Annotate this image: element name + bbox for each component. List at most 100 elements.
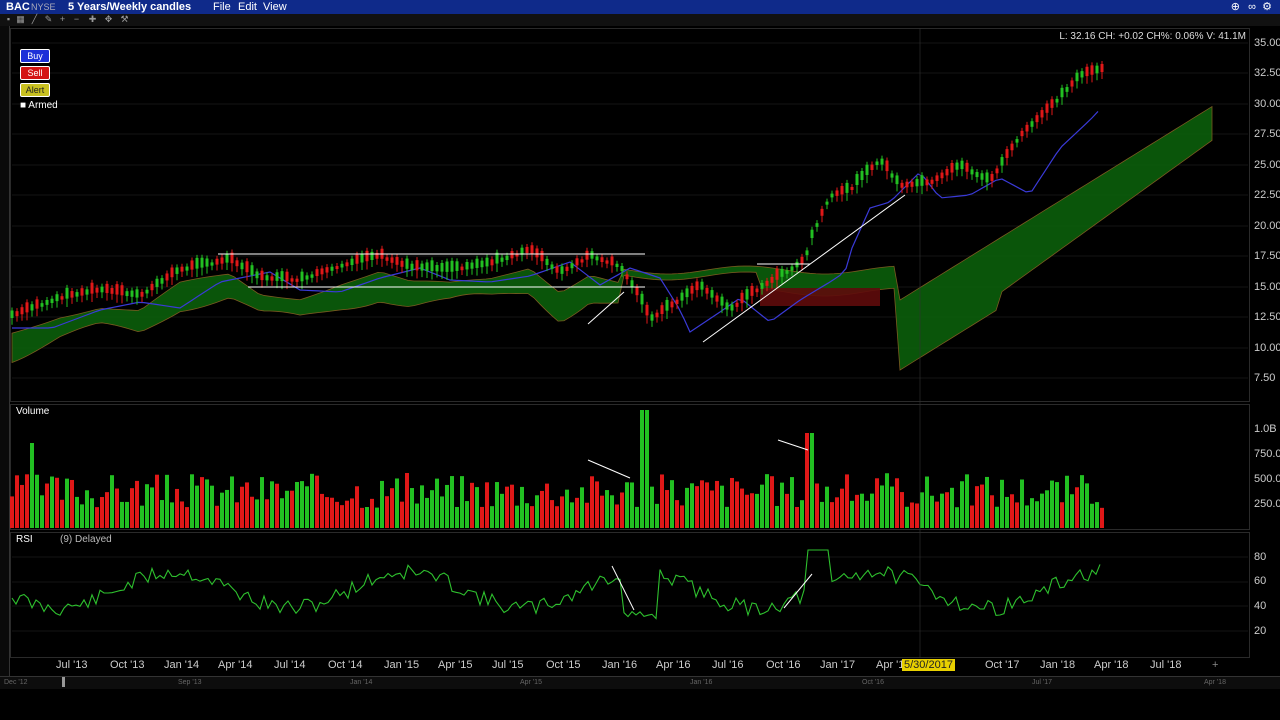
- price-candle: [40, 303, 44, 307]
- price-candle: [735, 302, 739, 307]
- volume-bar: [1060, 502, 1064, 528]
- volume-bar: [85, 490, 89, 528]
- time-tick: Apr '16: [656, 659, 691, 671]
- volume-bar: [670, 480, 674, 528]
- price-candle: [55, 294, 59, 302]
- buy-button[interactable]: Buy: [20, 49, 50, 63]
- price-candle: [755, 288, 759, 293]
- volume-bar: [975, 486, 979, 528]
- price-candle: [265, 275, 269, 281]
- sell-button[interactable]: Sell: [20, 66, 50, 80]
- volume-bar: [770, 476, 774, 528]
- volume-bar: [990, 495, 994, 528]
- volume-bar: [360, 507, 364, 528]
- volume-bar: [390, 488, 394, 528]
- price-candle: [695, 281, 699, 291]
- volume-bar: [60, 499, 64, 528]
- price-candle: [250, 265, 254, 276]
- volume-bar: [1080, 475, 1084, 528]
- armed-status[interactable]: ■ Armed: [20, 100, 58, 111]
- rsi-title: RSI: [16, 534, 33, 545]
- price-tick: 12.50: [1254, 311, 1280, 323]
- price-candle: [160, 278, 164, 284]
- time-tick: Oct '14: [328, 659, 363, 671]
- price-candle: [825, 201, 829, 205]
- volume-bar: [400, 501, 404, 528]
- price-candle: [1005, 149, 1009, 158]
- price-candle: [180, 266, 184, 272]
- volume-bar: [855, 494, 859, 528]
- volume-bar: [545, 483, 549, 528]
- volume-bar: [650, 486, 654, 528]
- volume-bar: [95, 507, 99, 528]
- navigator-handle[interactable]: [62, 677, 65, 687]
- price-candle: [995, 168, 999, 174]
- volume-bar: [335, 501, 339, 528]
- price-candle: [890, 173, 894, 178]
- volume-bar: [785, 493, 789, 528]
- price-candle: [860, 170, 864, 180]
- price-candle: [300, 271, 304, 282]
- price-candle: [325, 267, 329, 273]
- alert-button[interactable]: Alert: [20, 83, 50, 97]
- time-tick: Jan '14: [164, 659, 200, 671]
- price-tick: 25.00: [1254, 159, 1280, 171]
- volume-bar: [495, 482, 499, 528]
- rsi-tick: 80: [1254, 551, 1267, 563]
- volume-bar: [665, 490, 669, 528]
- volume-bar: [25, 474, 29, 528]
- volume-bar: [720, 485, 724, 528]
- volume-bar: [155, 474, 159, 528]
- price-candle: [540, 250, 544, 262]
- navigator-tick: Apr '15: [520, 679, 542, 686]
- volume-bar: [1065, 475, 1069, 528]
- navigator-tick: Apr '18: [1204, 679, 1226, 686]
- volume-bar: [1005, 496, 1009, 528]
- price-candle: [415, 260, 419, 271]
- volume-bar: [1025, 505, 1029, 528]
- price-candle: [630, 280, 634, 288]
- volume-bar: [735, 481, 739, 528]
- volume-bar: [350, 498, 354, 528]
- price-candle: [920, 175, 924, 186]
- price-candle: [475, 258, 479, 268]
- price-candle: [290, 278, 294, 282]
- price-candle: [615, 263, 619, 267]
- price-candle: [450, 260, 454, 272]
- navigator-tick: Jan '16: [690, 679, 713, 686]
- price-candle: [1100, 63, 1104, 72]
- volume-bar: [535, 495, 539, 528]
- chart-end-marker: +: [1212, 659, 1219, 671]
- volume-bar: [330, 497, 334, 528]
- volume-bar: [1075, 487, 1079, 528]
- volume-bar: [55, 477, 59, 528]
- volume-bar: [925, 476, 929, 528]
- rsi-params[interactable]: (9) Delayed: [60, 534, 112, 545]
- price-candle: [775, 268, 779, 280]
- volume-bar: [610, 495, 614, 528]
- price-candle: [135, 289, 139, 298]
- price-candle: [795, 261, 799, 268]
- price-candle: [605, 260, 609, 264]
- price-candle: [550, 264, 554, 269]
- price-candle: [1095, 65, 1099, 74]
- volume-bar: [550, 500, 554, 528]
- price-candle: [655, 312, 659, 318]
- price-candle: [930, 179, 934, 184]
- price-candle: [510, 251, 514, 259]
- volume-bar: [850, 500, 854, 528]
- volume-bar: [345, 500, 349, 528]
- time-tick: Jan '17: [820, 659, 856, 671]
- volume-bar: [600, 495, 604, 528]
- volume-bar: [790, 477, 794, 528]
- volume-bar: [205, 479, 209, 528]
- volume-bar: [280, 498, 284, 528]
- volume-bar: [1015, 502, 1019, 528]
- price-candle: [275, 272, 279, 281]
- volume-bar: [805, 433, 809, 528]
- volume-bar: [825, 486, 829, 528]
- volume-bar: [955, 507, 959, 528]
- price-candle: [370, 251, 374, 260]
- price-candle: [940, 172, 944, 179]
- volume-bar: [840, 488, 844, 528]
